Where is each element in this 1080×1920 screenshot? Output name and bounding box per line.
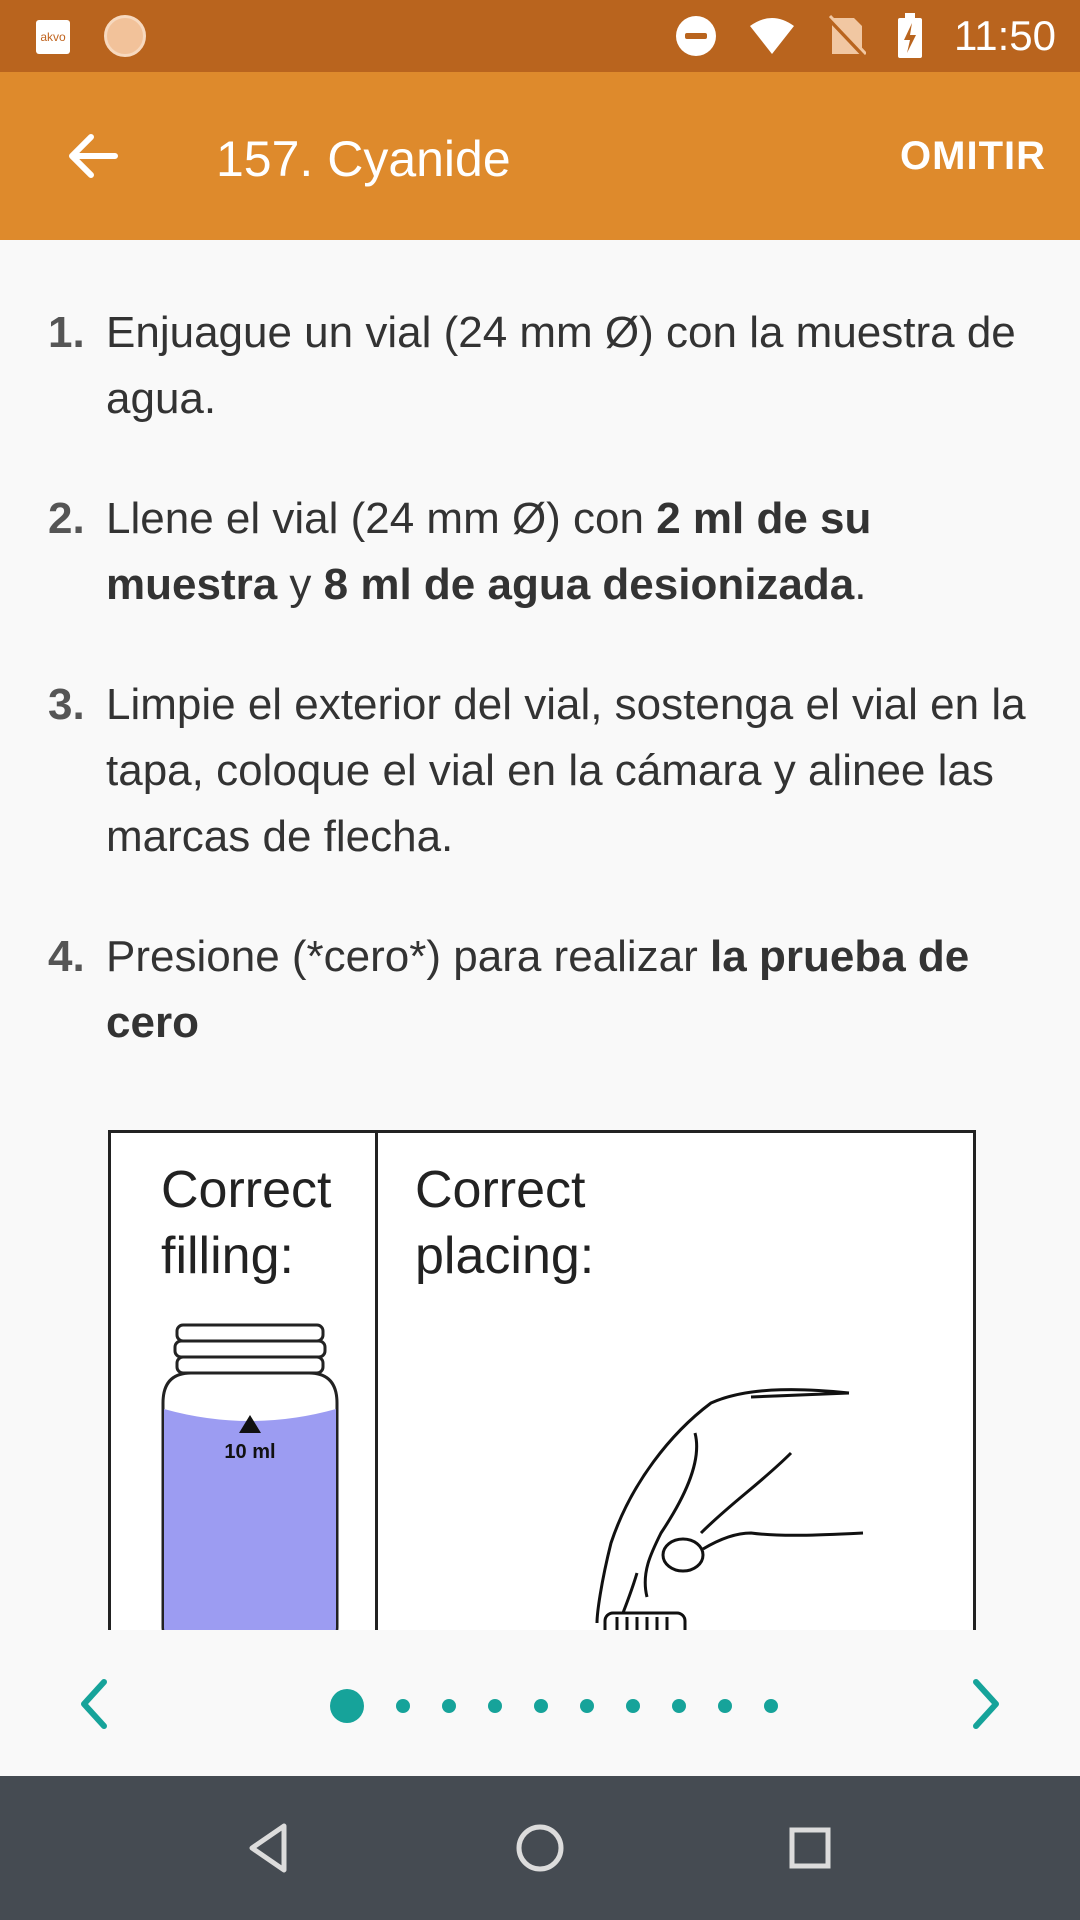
home-circle-icon[interactable] — [510, 1818, 570, 1878]
instruction-step: 4. Presione (*cero*) para realizar la pru… — [48, 924, 1038, 1056]
arrow-left-icon — [69, 134, 118, 178]
system-nav-bar — [0, 1776, 1080, 1920]
recents-square-icon[interactable] — [780, 1818, 840, 1878]
battery-charging-icon — [898, 13, 922, 58]
next-page-button[interactable] — [962, 1674, 1012, 1734]
correct-placing-label: Correct placing: — [415, 1157, 594, 1289]
page-dot-active — [330, 1689, 364, 1723]
figure-divider — [375, 1133, 378, 1630]
step-number: 2. — [48, 494, 85, 543]
filling-label-line2: filling: — [161, 1227, 294, 1285]
steps-list: 1. Enjuague un vial (24 mm Ø) con la mues… — [48, 300, 1038, 1110]
instructions-panel: 1. Enjuague un vial (24 mm Ø) con la mues… — [0, 240, 1080, 1630]
akvo-app-icon: akvo — [36, 20, 70, 54]
page-dot — [534, 1699, 548, 1713]
page-dot — [442, 1699, 456, 1713]
step-number: 1. — [48, 308, 85, 357]
status-time: 11:50 — [954, 12, 1056, 59]
instruction-figure: Correct filling: Correct placing: 10 ml — [108, 1130, 976, 1630]
vial-mark-label: 10 ml — [224, 1441, 275, 1463]
page-dot — [718, 1699, 732, 1713]
step-text: Presione (*cero*) para realizar — [106, 932, 711, 981]
page-dot — [626, 1699, 640, 1713]
page-dot — [672, 1699, 686, 1713]
correct-filling-label: Correct filling: — [161, 1157, 331, 1289]
hand-placing-illustration — [595, 1388, 864, 1630]
page-dot — [488, 1699, 502, 1713]
instruction-step: 1. Enjuague un vial (24 mm Ø) con la mues… — [48, 300, 1038, 432]
placing-label-line2: placing: — [415, 1227, 595, 1285]
page-dots — [330, 1688, 778, 1724]
back-button[interactable] — [52, 116, 132, 196]
step-text: Llene el vial (24 mm Ø) con — [106, 494, 657, 543]
page-dot — [580, 1699, 594, 1713]
step-number: 4. — [48, 932, 85, 981]
instruction-step: 3. Limpie el exterior del vial, sostenga … — [48, 672, 1038, 870]
dnd-icon — [676, 16, 716, 56]
page-title: 157. Cyanide — [216, 131, 511, 187]
step-text: Limpie el exterior del vial, sostenga el… — [106, 680, 1026, 861]
filling-label-line1: Correct — [161, 1161, 332, 1219]
placing-label-line1: Correct — [415, 1161, 586, 1219]
skip-button[interactable]: OMITIR — [900, 134, 1046, 179]
step-text-bold: 8 ml de agua desionizada — [323, 560, 855, 609]
step-text: . — [854, 560, 867, 609]
wifi-icon — [750, 18, 794, 54]
page-dot — [396, 1699, 410, 1713]
no-sim-icon — [826, 14, 866, 58]
step-number: 3. — [48, 680, 85, 729]
previous-page-button[interactable] — [68, 1674, 118, 1734]
app-notification-icon — [104, 15, 146, 57]
step-text: y — [277, 560, 324, 609]
page-indicator — [0, 1650, 1080, 1760]
back-triangle-icon[interactable] — [240, 1818, 300, 1878]
app-bar: 157. Cyanide OMITIR — [0, 72, 1080, 240]
status-bar: akvo 11:50 — [0, 0, 1080, 72]
step-text: Enjuague un vial (24 mm Ø) con la muestr… — [106, 308, 1016, 423]
instruction-step: 2. Llene el vial (24 mm Ø) con 2 ml de su… — [48, 486, 1038, 618]
vial-illustration: 10 ml — [161, 1323, 339, 1630]
page-dot — [764, 1699, 778, 1713]
